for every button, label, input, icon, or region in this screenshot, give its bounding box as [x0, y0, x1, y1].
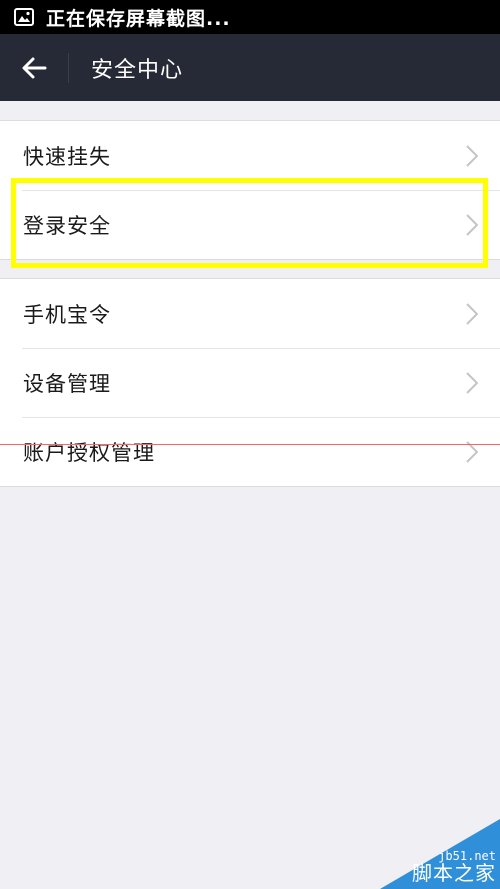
menu-item-label: 设备管理: [23, 371, 111, 396]
menu-item-label: 手机宝令: [23, 302, 111, 327]
settings-group-1: 快速挂失 登录安全: [0, 120, 500, 260]
menu-item-phone-token[interactable]: 手机宝令: [0, 279, 500, 348]
watermark: jb51.net 脚本之家: [380, 819, 500, 889]
nav-divider: [68, 52, 69, 83]
page-title: 安全中心: [91, 57, 184, 83]
settings-group-2: 手机宝令 设备管理 账户授权管理: [0, 278, 500, 487]
chevron-right-icon: [466, 145, 478, 167]
back-button[interactable]: [0, 34, 68, 101]
menu-item-label: 账户授权管理: [23, 440, 155, 465]
status-text: 正在保存屏幕截图...: [46, 7, 231, 30]
menu-item-label: 登录安全: [23, 213, 111, 238]
arrow-left-icon: [21, 56, 47, 80]
menu-item-device-management[interactable]: 设备管理: [0, 348, 500, 417]
status-bar: 正在保存屏幕截图...: [0, 0, 500, 34]
watermark-name: 脚本之家: [412, 861, 496, 885]
menu-item-account-authorization[interactable]: 账户授权管理: [0, 417, 500, 486]
nav-bar: 安全中心: [0, 34, 500, 101]
chevron-right-icon: [466, 303, 478, 325]
annotation-line: [0, 444, 500, 445]
image-icon: [14, 7, 34, 27]
chevron-right-icon: [466, 214, 478, 236]
menu-item-login-security[interactable]: 登录安全: [0, 190, 500, 259]
menu-item-label: 快速挂失: [23, 144, 111, 169]
menu-item-quick-report-loss[interactable]: 快速挂失: [0, 121, 500, 190]
chevron-right-icon: [466, 372, 478, 394]
